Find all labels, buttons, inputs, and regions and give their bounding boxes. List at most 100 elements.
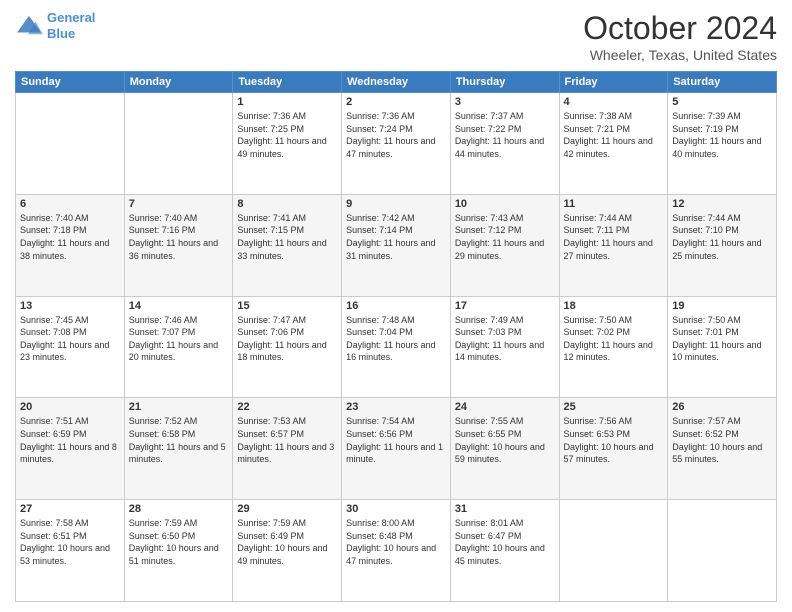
day-number: 20	[20, 401, 120, 413]
day-info: Sunrise: 7:44 AM Sunset: 7:11 PM Dayligh…	[564, 212, 664, 262]
weekday-header-thursday: Thursday	[450, 72, 559, 93]
day-number: 29	[237, 503, 337, 515]
day-info: Sunrise: 7:58 AM Sunset: 6:51 PM Dayligh…	[20, 517, 120, 567]
day-info: Sunrise: 7:55 AM Sunset: 6:55 PM Dayligh…	[455, 415, 555, 465]
day-number: 6	[20, 198, 120, 210]
calendar-cell: 24Sunrise: 7:55 AM Sunset: 6:55 PM Dayli…	[450, 398, 559, 500]
page: General Blue October 2024 Wheeler, Texas…	[0, 0, 792, 612]
calendar-week-5: 27 Sunrise: 7:58 AM Sunset: 6:51 PM Dayli…	[16, 500, 777, 602]
day-number: 30	[346, 503, 446, 515]
calendar-cell: 18Sunrise: 7:50 AM Sunset: 7:02 PM Dayli…	[559, 296, 668, 398]
calendar-cell: 23Sunrise: 7:54 AM Sunset: 6:56 PM Dayli…	[342, 398, 451, 500]
calendar-cell: 6 Sunrise: 7:40 AM Sunset: 7:18 PM Daylig…	[16, 194, 125, 296]
day-number: 26	[672, 401, 772, 413]
day-info: Sunrise: 7:36 AM Sunset: 7:24 PM Dayligh…	[346, 110, 446, 160]
calendar-cell: 26 Sunrise: 7:57 AM Sunset: 6:52 PM Dayli…	[668, 398, 777, 500]
day-info: Sunrise: 7:38 AM Sunset: 7:21 PM Dayligh…	[564, 110, 664, 160]
day-info: Sunrise: 7:56 AM Sunset: 6:53 PM Dayligh…	[564, 415, 664, 465]
day-info: Sunrise: 7:41 AM Sunset: 7:15 PM Dayligh…	[237, 212, 337, 262]
day-info: Sunrise: 7:42 AM Sunset: 7:14 PM Dayligh…	[346, 212, 446, 262]
logo: General Blue	[15, 10, 95, 41]
day-info: Sunrise: 7:43 AM Sunset: 7:12 PM Dayligh…	[455, 212, 555, 262]
calendar-cell: 15 Sunrise: 7:47 AM Sunset: 7:06 PM Dayli…	[233, 296, 342, 398]
day-info: Sunrise: 7:52 AM Sunset: 6:58 PM Dayligh…	[129, 415, 229, 465]
day-info: Sunrise: 7:57 AM Sunset: 6:52 PM Dayligh…	[672, 415, 772, 465]
day-number: 11	[564, 198, 664, 210]
calendar-cell: 3 Sunrise: 7:37 AM Sunset: 7:22 PM Daylig…	[450, 93, 559, 195]
day-number: 7	[129, 198, 229, 210]
day-info: Sunrise: 7:37 AM Sunset: 7:22 PM Dayligh…	[455, 110, 555, 160]
weekday-header-wednesday: Wednesday	[342, 72, 451, 93]
day-number: 13	[20, 300, 120, 312]
calendar-cell: 10 Sunrise: 7:43 AM Sunset: 7:12 PM Dayli…	[450, 194, 559, 296]
day-info: Sunrise: 7:40 AM Sunset: 7:18 PM Dayligh…	[20, 212, 120, 262]
day-number: 19	[672, 300, 772, 312]
day-number: 16	[346, 300, 446, 312]
day-number: 14	[129, 300, 229, 312]
day-number: 8	[237, 198, 337, 210]
day-info: Sunrise: 8:01 AM Sunset: 6:47 PM Dayligh…	[455, 517, 555, 567]
calendar-week-2: 6 Sunrise: 7:40 AM Sunset: 7:18 PM Daylig…	[16, 194, 777, 296]
calendar-cell: 25 Sunrise: 7:56 AM Sunset: 6:53 PM Dayli…	[559, 398, 668, 500]
calendar-cell: 16Sunrise: 7:48 AM Sunset: 7:04 PM Dayli…	[342, 296, 451, 398]
weekday-header-monday: Monday	[124, 72, 233, 93]
calendar-cell: 21 Sunrise: 7:52 AM Sunset: 6:58 PM Dayli…	[124, 398, 233, 500]
day-number: 27	[20, 503, 120, 515]
calendar-cell: 20 Sunrise: 7:51 AM Sunset: 6:59 PM Dayli…	[16, 398, 125, 500]
calendar-week-3: 13 Sunrise: 7:45 AM Sunset: 7:08 PM Dayli…	[16, 296, 777, 398]
day-number: 23	[346, 401, 446, 413]
day-info: Sunrise: 7:39 AM Sunset: 7:19 PM Dayligh…	[672, 110, 772, 160]
logo-icon	[15, 14, 43, 38]
weekday-header-sunday: Sunday	[16, 72, 125, 93]
day-number: 28	[129, 503, 229, 515]
day-info: Sunrise: 7:51 AM Sunset: 6:59 PM Dayligh…	[20, 415, 120, 465]
weekday-header-friday: Friday	[559, 72, 668, 93]
day-number: 3	[455, 96, 555, 108]
calendar-cell	[559, 500, 668, 602]
calendar-cell: 14 Sunrise: 7:46 AM Sunset: 7:07 PM Dayli…	[124, 296, 233, 398]
month-title: October 2024	[583, 10, 777, 47]
day-info: Sunrise: 7:47 AM Sunset: 7:06 PM Dayligh…	[237, 314, 337, 364]
calendar-cell: 7 Sunrise: 7:40 AM Sunset: 7:16 PM Daylig…	[124, 194, 233, 296]
day-info: Sunrise: 7:36 AM Sunset: 7:25 PM Dayligh…	[237, 110, 337, 160]
weekday-header-row: SundayMondayTuesdayWednesdayThursdayFrid…	[16, 72, 777, 93]
day-number: 21	[129, 401, 229, 413]
calendar-cell	[124, 93, 233, 195]
logo-line1: General	[47, 10, 95, 25]
calendar-cell: 19 Sunrise: 7:50 AM Sunset: 7:01 PM Dayli…	[668, 296, 777, 398]
calendar-cell: 27 Sunrise: 7:58 AM Sunset: 6:51 PM Dayli…	[16, 500, 125, 602]
day-info: Sunrise: 7:49 AM Sunset: 7:03 PM Dayligh…	[455, 314, 555, 364]
calendar-cell	[668, 500, 777, 602]
day-info: Sunrise: 7:59 AM Sunset: 6:49 PM Dayligh…	[237, 517, 337, 567]
calendar-cell: 29 Sunrise: 7:59 AM Sunset: 6:49 PM Dayli…	[233, 500, 342, 602]
day-number: 17	[455, 300, 555, 312]
day-info: Sunrise: 7:44 AM Sunset: 7:10 PM Dayligh…	[672, 212, 772, 262]
calendar-cell: 28 Sunrise: 7:59 AM Sunset: 6:50 PM Dayli…	[124, 500, 233, 602]
logo-line2: Blue	[47, 26, 75, 41]
day-info: Sunrise: 7:50 AM Sunset: 7:02 PM Dayligh…	[564, 314, 664, 364]
calendar-cell: 22Sunrise: 7:53 AM Sunset: 6:57 PM Dayli…	[233, 398, 342, 500]
day-info: Sunrise: 7:40 AM Sunset: 7:16 PM Dayligh…	[129, 212, 229, 262]
calendar-cell: 4 Sunrise: 7:38 AM Sunset: 7:21 PM Daylig…	[559, 93, 668, 195]
day-info: Sunrise: 8:00 AM Sunset: 6:48 PM Dayligh…	[346, 517, 446, 567]
location-subtitle: Wheeler, Texas, United States	[583, 47, 777, 63]
calendar-week-4: 20 Sunrise: 7:51 AM Sunset: 6:59 PM Dayli…	[16, 398, 777, 500]
day-number: 10	[455, 198, 555, 210]
day-number: 31	[455, 503, 555, 515]
calendar-cell: 13 Sunrise: 7:45 AM Sunset: 7:08 PM Dayli…	[16, 296, 125, 398]
calendar-cell	[16, 93, 125, 195]
calendar-cell: 9Sunrise: 7:42 AM Sunset: 7:14 PM Daylig…	[342, 194, 451, 296]
day-number: 4	[564, 96, 664, 108]
calendar: SundayMondayTuesdayWednesdayThursdayFrid…	[15, 71, 777, 602]
weekday-header-saturday: Saturday	[668, 72, 777, 93]
day-info: Sunrise: 7:45 AM Sunset: 7:08 PM Dayligh…	[20, 314, 120, 364]
day-info: Sunrise: 7:50 AM Sunset: 7:01 PM Dayligh…	[672, 314, 772, 364]
header: General Blue October 2024 Wheeler, Texas…	[15, 10, 777, 63]
day-number: 15	[237, 300, 337, 312]
day-number: 5	[672, 96, 772, 108]
day-info: Sunrise: 7:53 AM Sunset: 6:57 PM Dayligh…	[237, 415, 337, 465]
day-number: 25	[564, 401, 664, 413]
day-info: Sunrise: 7:46 AM Sunset: 7:07 PM Dayligh…	[129, 314, 229, 364]
weekday-header-tuesday: Tuesday	[233, 72, 342, 93]
day-info: Sunrise: 7:59 AM Sunset: 6:50 PM Dayligh…	[129, 517, 229, 567]
